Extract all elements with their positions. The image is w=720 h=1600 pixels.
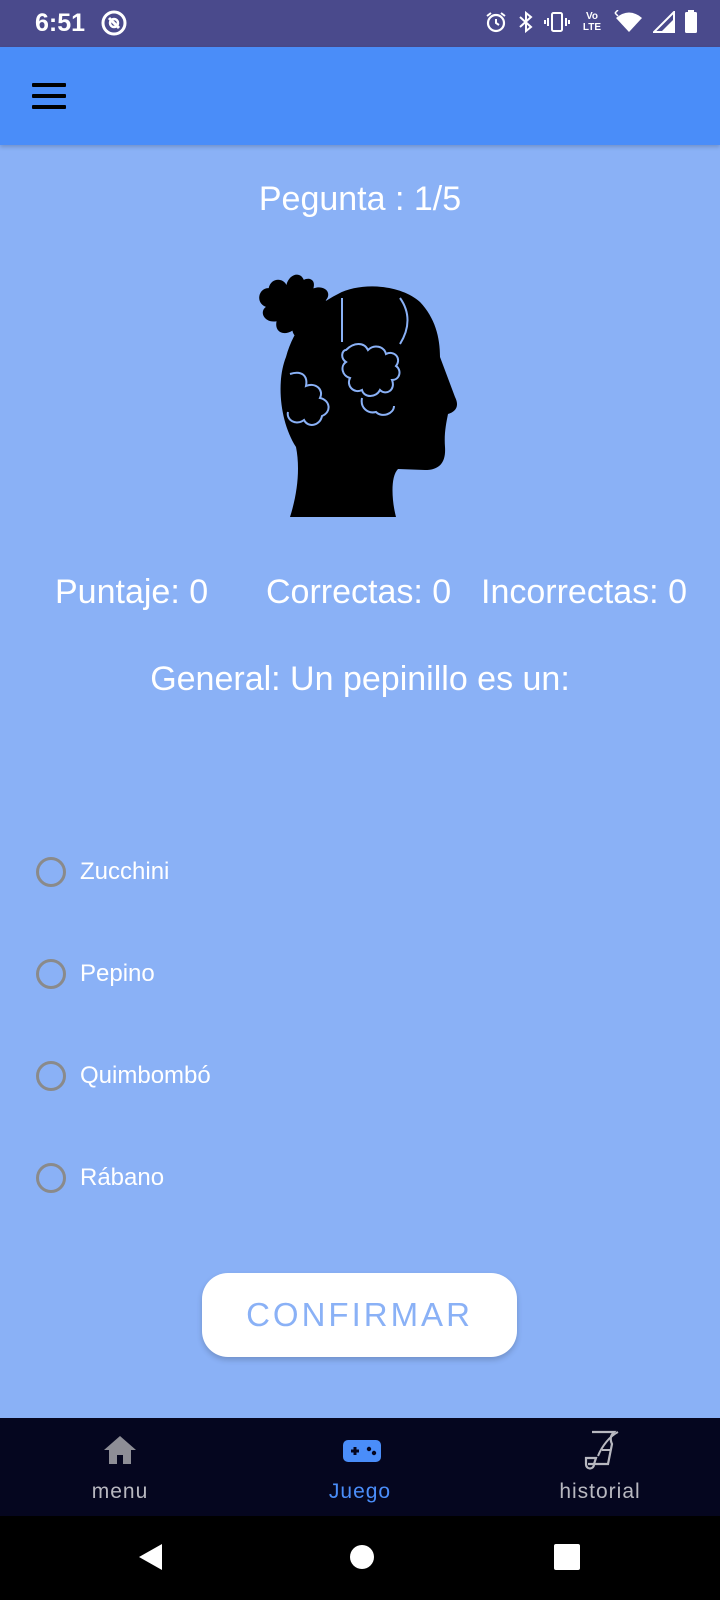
bluetooth-icon bbox=[519, 10, 533, 34]
question-progress: Pegunta : 1/5 bbox=[258, 180, 462, 218]
nav-item-historial[interactable]: historial bbox=[480, 1418, 720, 1516]
system-navigation-bar bbox=[0, 1516, 720, 1600]
option-radio[interactable]: Zucchini bbox=[36, 852, 169, 892]
nav-label-juego: Juego bbox=[328, 1480, 392, 1503]
option-label: Rábano bbox=[80, 1164, 165, 1191]
option-label: Pepino bbox=[80, 960, 155, 987]
scroll-quill-icon bbox=[584, 1430, 619, 1470]
status-time: 6:51 bbox=[35, 9, 86, 37]
status-bar: 6:51 Vo LTE bbox=[0, 0, 720, 47]
option-label: Quimbombó bbox=[80, 1062, 211, 1089]
nav-label-historial: historial bbox=[559, 1480, 641, 1503]
confirm-button[interactable]: CONFIRMAR bbox=[202, 1273, 517, 1357]
option-label: Zucchini bbox=[80, 858, 170, 885]
recents-icon[interactable] bbox=[553, 1542, 581, 1572]
incorrect-count-label: Incorrectas: 0 bbox=[481, 573, 687, 611]
wifi-icon bbox=[614, 10, 642, 32]
option-radio[interactable]: Rábano bbox=[36, 1158, 164, 1198]
cell-signal-icon bbox=[653, 11, 675, 33]
vibrate-icon bbox=[544, 12, 570, 32]
app-bar bbox=[0, 47, 720, 145]
app-notification-icon bbox=[101, 10, 127, 36]
battery-icon bbox=[685, 10, 697, 33]
home-icon bbox=[104, 1436, 136, 1464]
option-radio[interactable]: Quimbombó bbox=[36, 1056, 211, 1096]
head-puzzle-illustration bbox=[259, 274, 458, 517]
gamepad-icon bbox=[343, 1440, 381, 1462]
radio-button[interactable] bbox=[36, 959, 66, 989]
volte-indicator: Vo LTE bbox=[582, 11, 602, 33]
bottom-navigation: menu Juego historial bbox=[0, 1418, 720, 1516]
radio-button[interactable] bbox=[36, 1163, 66, 1193]
hamburger-menu-icon[interactable] bbox=[32, 83, 66, 109]
correct-count-label: Correctas: 0 bbox=[266, 573, 452, 611]
question-text: General: Un pepinillo es un: bbox=[150, 660, 570, 698]
radio-button[interactable] bbox=[36, 857, 66, 887]
back-icon[interactable] bbox=[137, 1542, 165, 1572]
option-radio[interactable]: Pepino bbox=[36, 954, 155, 994]
radio-button[interactable] bbox=[36, 1061, 66, 1091]
nav-item-juego[interactable]: Juego bbox=[240, 1418, 480, 1516]
home-circle-icon[interactable] bbox=[348, 1542, 376, 1572]
nav-item-menu[interactable]: menu bbox=[0, 1418, 240, 1516]
alarm-icon bbox=[486, 12, 506, 33]
nav-label-menu: menu bbox=[91, 1480, 149, 1503]
score-label: Puntaje: 0 bbox=[55, 573, 209, 611]
